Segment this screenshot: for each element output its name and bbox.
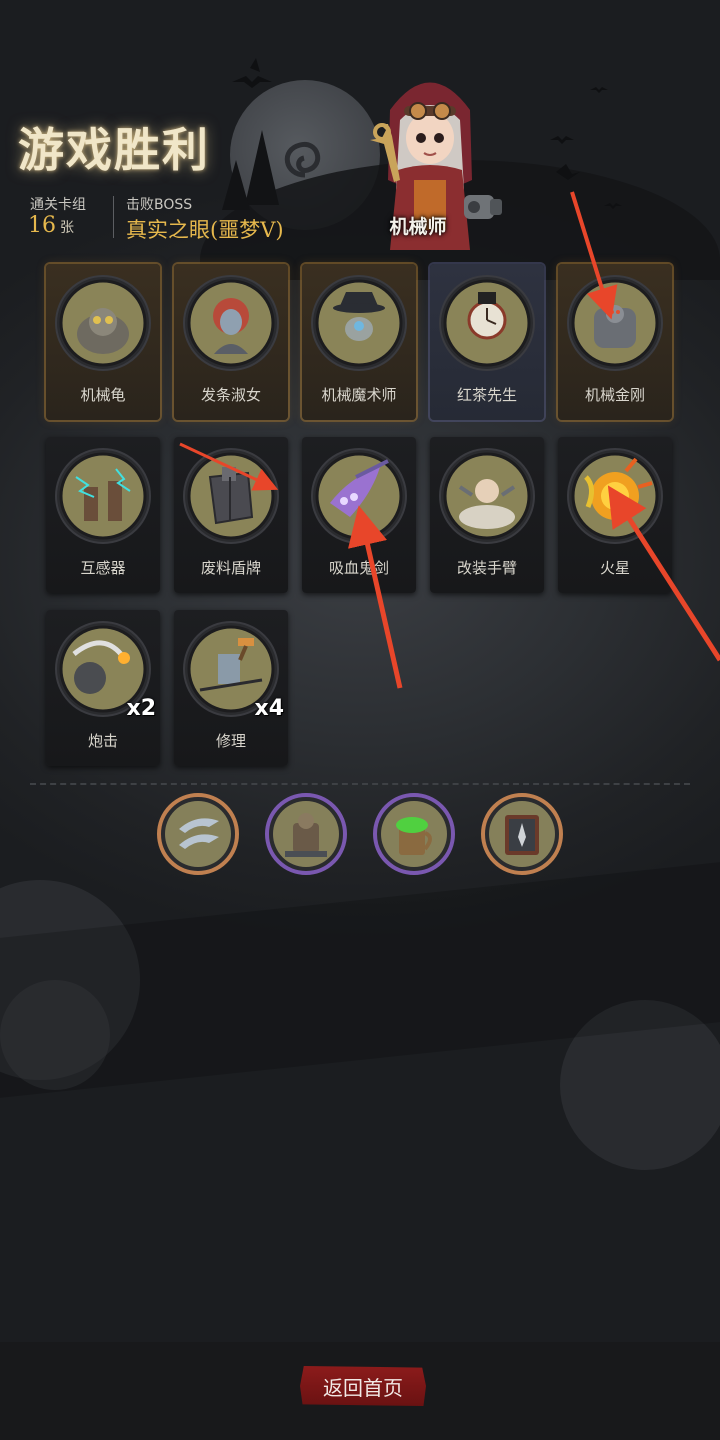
transformer-icon bbox=[55, 448, 151, 544]
card-label: 吸血鬼剑 bbox=[328, 559, 389, 577]
deck-label: 通关卡组 bbox=[30, 197, 86, 213]
victory-title: 游戏胜利 bbox=[18, 123, 210, 177]
card-label: 废料盾牌 bbox=[200, 559, 261, 577]
card-vampire-sword[interactable]: 吸血鬼剑 bbox=[302, 437, 416, 593]
deck-count-row: 16 张 bbox=[28, 213, 74, 238]
card-mech-magician[interactable]: 机械魔术师 bbox=[302, 264, 416, 420]
card-spark[interactable]: 火星 bbox=[558, 437, 672, 593]
claw-blades-icon[interactable] bbox=[157, 793, 239, 875]
character-name: 机械师 bbox=[389, 216, 447, 238]
mech-turtle-icon bbox=[55, 275, 151, 371]
modified-arm-icon bbox=[439, 448, 535, 544]
card-clockwork-lady[interactable]: 发条淑女 bbox=[174, 264, 288, 420]
mech-robot-icon[interactable] bbox=[265, 793, 347, 875]
scrap-shield-icon bbox=[183, 448, 279, 544]
card-transformer[interactable]: 互感器 bbox=[46, 437, 160, 593]
card-label: 修理 bbox=[215, 732, 246, 750]
stat-divider bbox=[113, 196, 114, 238]
section-divider bbox=[30, 783, 690, 785]
card-modified-arm[interactable]: 改装手臂 bbox=[430, 437, 544, 593]
boss-name: 真实之眼(噩梦V) bbox=[126, 218, 284, 242]
victory-screen: 游戏胜利 通关卡组 16 张 击败BOSS 真实之眼(噩梦V) 机械师 机械龟 发条… bbox=[0, 0, 720, 1440]
card-mech-kong[interactable]: 机械金刚 bbox=[558, 264, 672, 420]
card-mr-teatime[interactable]: 红茶先生 bbox=[430, 264, 544, 420]
card-count-badge: x4 bbox=[254, 696, 285, 721]
clockwork-lady-icon bbox=[183, 275, 279, 371]
deck-unit: 张 bbox=[60, 220, 74, 236]
return-home-button[interactable]: 返回首页 bbox=[300, 1366, 426, 1406]
card-scrap-shield[interactable]: 废料盾牌 bbox=[174, 437, 288, 593]
card-label: 机械龟 bbox=[80, 386, 126, 404]
card-label: 改装手臂 bbox=[456, 559, 517, 577]
vampire-sword-icon bbox=[311, 448, 407, 544]
mech-magician-icon bbox=[311, 275, 407, 371]
card-label: 机械魔术师 bbox=[321, 386, 397, 404]
card-label: 火星 bbox=[599, 559, 630, 577]
spark-icon bbox=[567, 448, 663, 544]
card-label: 红茶先生 bbox=[456, 386, 517, 404]
card-count-badge: x2 bbox=[126, 696, 157, 721]
deck-count: 16 bbox=[28, 213, 56, 238]
card-repair[interactable]: 修理 x4 bbox=[174, 610, 288, 766]
mr-teatime-icon bbox=[439, 275, 535, 371]
card-mech-turtle[interactable]: 机械龟 bbox=[46, 264, 160, 420]
mech-kong-icon bbox=[567, 275, 663, 371]
boss-label: 击败BOSS bbox=[126, 197, 193, 213]
poison-mug-icon[interactable] bbox=[373, 793, 455, 875]
card-label: 炮击 bbox=[87, 732, 118, 750]
card-cannon-shot[interactable]: 炮击 x2 bbox=[46, 610, 160, 766]
card-label: 互感器 bbox=[80, 559, 126, 577]
card-label: 机械金刚 bbox=[584, 386, 645, 404]
spellbook-icon[interactable] bbox=[481, 793, 563, 875]
card-label: 发条淑女 bbox=[200, 386, 261, 404]
